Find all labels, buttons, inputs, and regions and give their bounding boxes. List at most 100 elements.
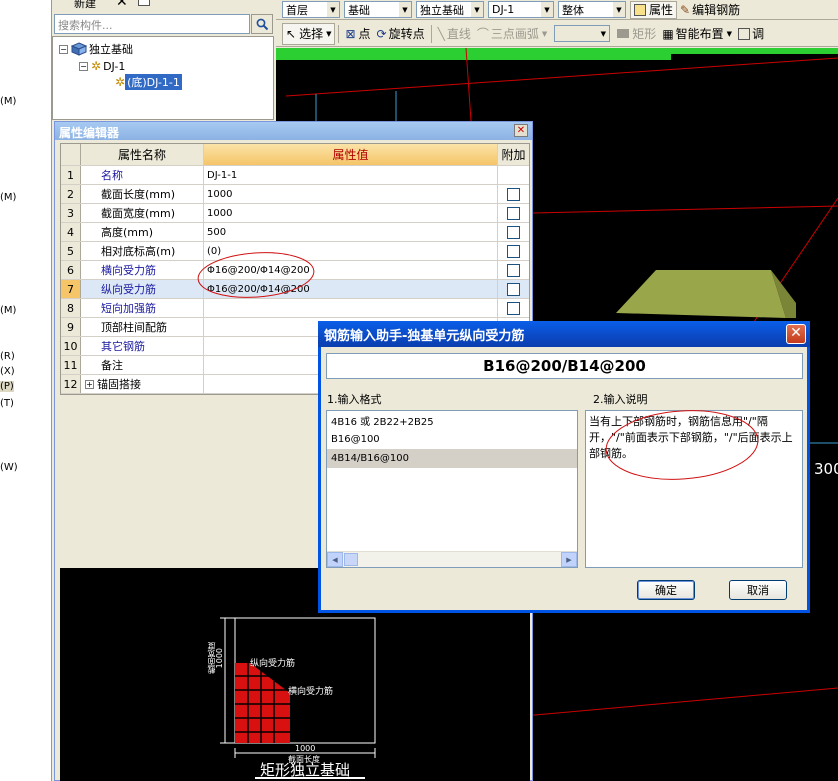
table-row[interactable]: 1 名称 DJ-1-1 [61,166,529,185]
property-value[interactable]: Φ16@200/Φ14@200 [204,280,498,298]
search-button[interactable] [251,14,273,34]
close-icon[interactable]: ✕ [786,324,806,344]
column-header-value[interactable]: 属性值 [204,144,498,165]
table-row[interactable]: 6 横向受力筋 Φ16@200/Φ14@200 [61,261,529,280]
scroll-left-icon[interactable]: ◀ [327,552,343,567]
chevron-down-icon: ▼ [471,2,483,17]
rect-button[interactable]: 矩形 [614,23,659,45]
copy-icon[interactable] [138,0,150,6]
rect-icon [617,29,630,38]
adjust-button[interactable]: 调 [735,23,767,45]
property-name: 备注 [81,356,204,374]
property-name: 名称 [81,166,204,184]
table-row[interactable]: 5 相对底标高(m) (0) [61,242,529,261]
extra-checkbox[interactable] [507,282,520,296]
hotkey-label[interactable]: (X) [0,366,15,377]
table-row[interactable]: 4 高度(mm) 500 [61,223,529,242]
point-button[interactable]: ⊠ 点 [342,23,373,45]
component-toolbar: 新建 ✕ [52,0,276,12]
extra-checkbox[interactable] [507,244,520,258]
hotkey-label[interactable]: (R) [0,351,15,362]
category-combo[interactable]: 基础 ▼ [344,1,412,18]
property-value[interactable]: 500 [204,223,498,241]
hotkey-label[interactable]: (T) [0,398,14,409]
hotkey-label[interactable]: (M) [0,192,16,203]
close-icon[interactable]: ✕ [514,124,528,137]
property-value[interactable]: DJ-1-1 [204,166,498,184]
column-header-name[interactable]: 属性名称 [81,144,204,165]
extra-checkbox[interactable] [507,263,520,277]
select-button[interactable]: ↖ 选择 ▼ [282,22,336,45]
tree-node-root[interactable]: − 独立基础 [59,41,135,57]
property-button[interactable]: 属性 [630,0,678,19]
line-button[interactable]: ╲ 直线 [435,23,474,45]
new-button[interactable]: 新建 [74,0,96,11]
mode-combo[interactable]: 整体 ▼ [558,1,626,18]
extra-cell [498,261,529,279]
hotkey-label[interactable]: (W) [0,462,18,473]
extra-cell [498,204,529,222]
collapse-icon[interactable]: − [59,44,68,54]
table-row[interactable]: 3 截面宽度(mm) 1000 [61,204,529,223]
search-input[interactable]: 搜索构件... [54,14,250,34]
search-icon [256,18,268,30]
component-combo[interactable]: DJ-1 ▼ [488,1,554,18]
collapse-icon[interactable]: − [79,61,88,71]
delete-x-icon[interactable]: ✕ [116,0,128,10]
list-item[interactable]: B16@100 [327,430,577,449]
table-row[interactable]: 7 纵向受力筋 Φ16@200/Φ14@200 [61,280,529,299]
scroll-thumb[interactable] [344,553,358,566]
row-number: 6 [61,261,81,279]
pencil-icon: ✎ [680,2,691,17]
row-number: 9 [61,318,81,336]
draw-toolbar: ↖ 选择 ▼ ⊠ 点 ⟳ 旋转点 ╲ 直线 ⌒ 三点画弧 ▼ ▼ 矩形 ▦ 智能布置 ▼ 调 [276,21,838,47]
property-name: + 锚固搭接 [81,375,204,393]
tree-node-dj1-1[interactable]: ✲ (底)DJ-1-1 [115,74,182,90]
property-value[interactable]: 1000 [204,204,498,222]
row-number: 7 [61,280,81,298]
row-number: 4 [61,223,81,241]
hotkey-label[interactable]: (P) [0,381,14,392]
extra-checkbox[interactable] [507,187,520,201]
arc-button[interactable]: ⌒ 三点画弧 ▼ [474,23,550,45]
left-menu-strip: (M) (M) (M) (R) (X) (P) (T) (W) [0,0,52,781]
type-combo[interactable]: 独立基础 ▼ [416,1,484,18]
length-value: 1000 [295,744,316,753]
horizontal-scrollbar[interactable]: ◀ ▶ [327,551,577,567]
list-item[interactable]: 4B14/B16@100 [327,449,577,468]
arc-option-combo[interactable]: ▼ [554,25,611,42]
line-icon: ╲ [437,26,445,41]
extra-checkbox[interactable] [507,225,520,239]
rebar-input-field[interactable]: B16@200/B14@200 [326,353,803,379]
format-list[interactable]: 4B16 或 2B22+2B25 B16@100 4B14/B16@100 ◀ … [326,410,578,568]
foundation-cube-icon [71,42,87,56]
edit-rebar-button[interactable]: ✎ 编辑钢筋 [677,1,743,19]
floor-combo[interactable]: 首层 ▼ [282,1,340,18]
property-value[interactable]: 1000 [204,185,498,203]
extra-checkbox[interactable] [507,301,520,315]
tree-node-dj1[interactable]: − ✲ DJ-1 [79,58,127,74]
list-item[interactable]: 4B16 或 2B22+2B25 [327,411,577,430]
ok-button[interactable]: 确定 [637,580,695,600]
smart-layout-button[interactable]: ▦ 智能布置 ▼ [659,23,735,45]
rotate-point-button[interactable]: ⟳ 旋转点 [374,23,428,45]
property-editor-title: 属性编辑器 ✕ [55,122,532,140]
cancel-button[interactable]: 取消 [729,580,787,600]
column-header-extra[interactable]: 附加 [498,144,529,165]
table-row[interactable]: 8 短向加强筋 [61,299,529,318]
extra-checkbox[interactable] [507,206,520,220]
property-value[interactable] [204,299,498,317]
property-name: 截面长度(mm) [81,185,204,203]
gear-icon: ✲ [115,75,126,89]
property-value[interactable]: Φ16@200/Φ14@200 [204,261,498,279]
hotkey-label[interactable]: (M) [0,305,16,316]
table-row[interactable]: 2 截面长度(mm) 1000 [61,185,529,204]
extra-cell [498,280,529,298]
scroll-right-icon[interactable]: ▶ [561,552,577,567]
hotkey-label[interactable]: (M) [0,96,16,107]
row-number: 3 [61,204,81,222]
dimension-label: 300 [814,460,838,478]
expand-icon[interactable]: + [85,379,94,389]
property-value[interactable]: (0) [204,242,498,260]
diagram-caption: 矩形独立基础 [260,761,351,779]
